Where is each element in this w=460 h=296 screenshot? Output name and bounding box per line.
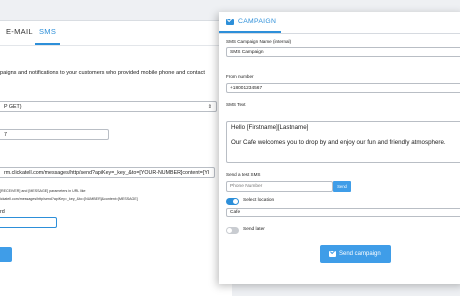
- active-tab-indicator: [219, 31, 281, 33]
- select-location-label: Select location: [243, 198, 275, 203]
- send-later-toggle[interactable]: [226, 227, 239, 234]
- sms-text-area[interactable]: Hello [Firstname][Lastname] Our Cafe wel…: [226, 121, 460, 163]
- send-campaign-button[interactable]: Send campaign: [320, 245, 391, 263]
- campaign-header: CAMPAIGN: [219, 12, 460, 34]
- campaign-name-input[interactable]: SMS Campaign: [226, 47, 460, 57]
- campaign-title[interactable]: CAMPAIGN: [238, 18, 276, 25]
- tab-sms[interactable]: SMS: [39, 27, 56, 36]
- toggle-knob: [233, 199, 238, 204]
- envelope-icon: [226, 19, 234, 25]
- test-sms-label: Send a test SMS: [226, 172, 261, 177]
- from-number-label: From number: [226, 74, 254, 79]
- send-campaign-label: Send campaign: [339, 251, 381, 257]
- sender-field[interactable]: 7: [0, 129, 109, 140]
- password-label: rd: [0, 209, 5, 215]
- location-select[interactable]: Cafe: [226, 208, 460, 217]
- toggle-knob: [227, 228, 232, 233]
- password-field[interactable]: [0, 217, 57, 228]
- envelope-icon: [329, 251, 336, 257]
- sms-text-label: SMS Text: [226, 102, 246, 107]
- send-later-label: Send later: [243, 227, 265, 232]
- select-arrows-icon: ⇕: [207, 104, 212, 110]
- sms-text-line-2: Our Cafe welcomes you to drop by and enj…: [231, 139, 446, 146]
- api-url-field[interactable]: rm.clickatell.com/messages/http/send?api…: [0, 167, 215, 178]
- select-location-toggle[interactable]: [226, 198, 239, 205]
- phone-number-input[interactable]: Phone Number: [226, 181, 333, 192]
- sms-text-line-1: Hello [Firstname][Lastname]: [231, 124, 309, 131]
- tab-email[interactable]: E-MAIL: [6, 27, 33, 36]
- campaign-name-label: SMS Campaign Name (internal): [226, 39, 292, 44]
- url-note-line-1: [RECEIVER] and [MESSAGE] parameters in U…: [0, 189, 86, 193]
- url-note-line-2: ickatell.com/messages/http/send?apiKey=_…: [0, 197, 138, 201]
- send-test-button[interactable]: Send: [333, 181, 351, 192]
- http-method-value: P GET): [4, 104, 22, 110]
- active-tab-indicator: [35, 43, 60, 45]
- campaign-panel: CAMPAIGN SMS Campaign Name (internal) SM…: [219, 12, 460, 284]
- sms-settings-panel: E-MAIL SMS paigns and notifications to y…: [0, 20, 232, 296]
- from-number-input[interactable]: +18001234567: [226, 83, 460, 93]
- sms-description: paigns and notifications to your custome…: [0, 70, 205, 76]
- save-button[interactable]: [0, 247, 12, 262]
- tab-bar: E-MAIL SMS: [0, 21, 232, 46]
- http-method-select[interactable]: P GET) ⇕: [0, 101, 217, 112]
